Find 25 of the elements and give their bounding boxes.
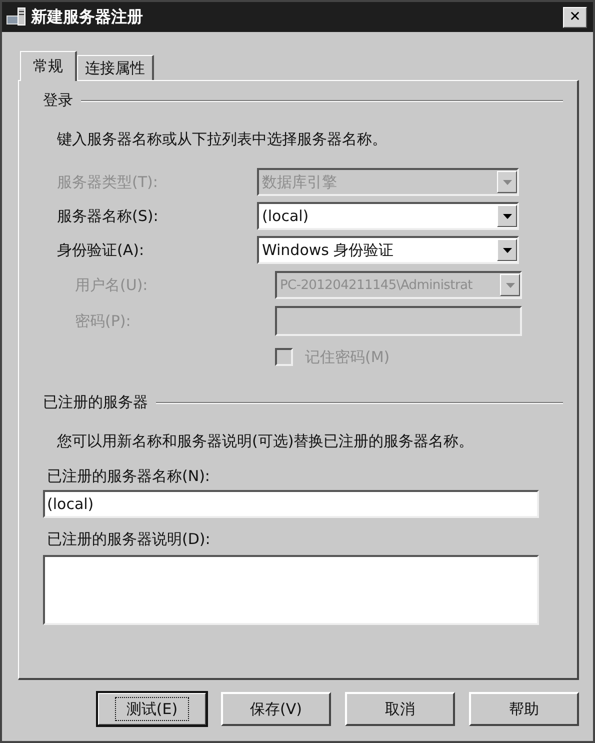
field-label: 身份验证(A): — [57, 240, 146, 260]
tab[interactable]: 连接属性 — [77, 55, 154, 80]
group-heading: 已注册的服务器 — [43, 393, 148, 412]
dialog-button[interactable]: 测试(E) — [97, 692, 207, 726]
server-computer-icon — [6, 7, 28, 27]
window-title: 新建服务器注册 — [31, 6, 144, 28]
group-heading: 登录 — [43, 91, 73, 110]
instruction-text: 键入服务器名称或从下拉列表中选择服务器名称。 — [57, 130, 388, 149]
dialog-button[interactable]: 保存(V) — [221, 692, 331, 726]
dropdown[interactable]: (local) — [257, 202, 519, 230]
field-label: 已注册的服务器说明(D): — [47, 530, 212, 549]
close-button[interactable]: ✕ — [563, 6, 587, 28]
field-label: 服务器类型(T): — [57, 172, 159, 192]
field-label: 密码(P): — [75, 312, 132, 330]
name-field[interactable]: (local) — [43, 490, 539, 518]
dialog-button[interactable]: 帮助 — [469, 692, 579, 726]
instruction-text: 您可以用新名称和服务器说明(可选)替换已注册的服务器名称。 — [57, 432, 475, 451]
field-label: 已注册的服务器名称(N): — [47, 467, 211, 486]
field-label: 用户名(U): — [75, 276, 149, 294]
field-label: 服务器名称(S): — [57, 206, 160, 226]
description-field[interactable] — [43, 555, 539, 625]
checkbox-label: 记住密码(M) — [305, 348, 390, 366]
dropdown[interactable]: Windows 身份验证 — [257, 236, 519, 264]
dialog-button[interactable]: 取消 — [345, 692, 455, 726]
tab[interactable]: 常规 — [20, 51, 77, 81]
